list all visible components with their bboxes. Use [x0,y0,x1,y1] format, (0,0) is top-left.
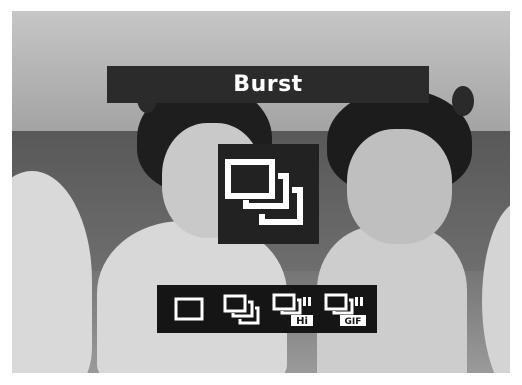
burst-icon [223,294,260,325]
mode-option-burst[interactable] [218,289,264,329]
mode-option-burst-hi[interactable]: Hi [270,289,316,329]
mode-option-single[interactable] [166,289,212,329]
burst-icon [225,159,303,225]
photo-child-right-face [347,129,452,244]
mode-title: Burst [233,72,303,97]
single-shot-icon [174,297,204,321]
selected-mode-preview [218,144,319,244]
screen-frame: Burst Hi GIF [0,0,522,385]
burst-gif-icon: GIF [324,293,366,327]
burst-hi-icon: Hi [272,293,313,327]
drive-mode-strip: Hi GIF [157,285,377,333]
burst-hi-badge: Hi [296,316,308,327]
photo-hair-tie-right [452,86,474,116]
mode-option-burst-gif[interactable]: GIF [322,289,368,329]
mode-title-bar: Burst [107,66,429,103]
burst-gif-badge: GIF [345,317,362,327]
